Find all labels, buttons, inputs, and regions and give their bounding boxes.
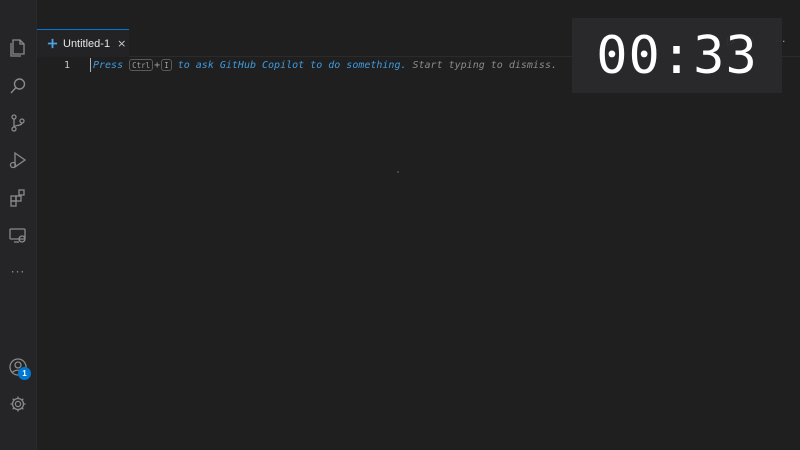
- hint-copilot-text: to ask GitHub Copilot to do something.: [177, 59, 407, 71]
- extensions-icon[interactable]: [8, 188, 28, 208]
- activity-bar: ··· 1: [0, 0, 37, 450]
- text-cursor: [90, 58, 91, 72]
- hint-dismiss-text: Start typing to dismiss.: [412, 59, 558, 71]
- kbd-plus: +: [154, 59, 161, 71]
- editor-area[interactable]: 1 Press Ctrl + I to ask GitHub Copilot t…: [37, 57, 800, 450]
- mouse-pointer-dot: [397, 171, 399, 173]
- search-icon[interactable]: [8, 76, 28, 96]
- source-control-icon[interactable]: [8, 113, 28, 133]
- gear-icon[interactable]: [8, 394, 28, 414]
- file-icon: [47, 38, 58, 49]
- hint-press: Press: [93, 59, 124, 71]
- line-number: 1: [64, 60, 71, 71]
- kbd-i: I: [161, 59, 172, 71]
- copilot-hint: Press Ctrl + I to ask GitHub Copilot to …: [93, 59, 557, 71]
- explorer-icon[interactable]: [8, 37, 28, 57]
- timer-text: 00:33: [596, 25, 758, 86]
- accounts-badge: 1: [18, 367, 31, 380]
- close-icon[interactable]: ×: [117, 37, 126, 50]
- kbd-ctrl: Ctrl: [129, 59, 154, 71]
- tab-untitled-1[interactable]: Untitled-1 ×: [37, 29, 129, 57]
- timer-overlay: 00:33: [572, 18, 782, 93]
- more-icon[interactable]: ···: [8, 262, 28, 282]
- tab-label: Untitled-1: [63, 37, 111, 50]
- remote-explorer-icon[interactable]: [8, 225, 28, 245]
- run-debug-icon[interactable]: [8, 150, 28, 170]
